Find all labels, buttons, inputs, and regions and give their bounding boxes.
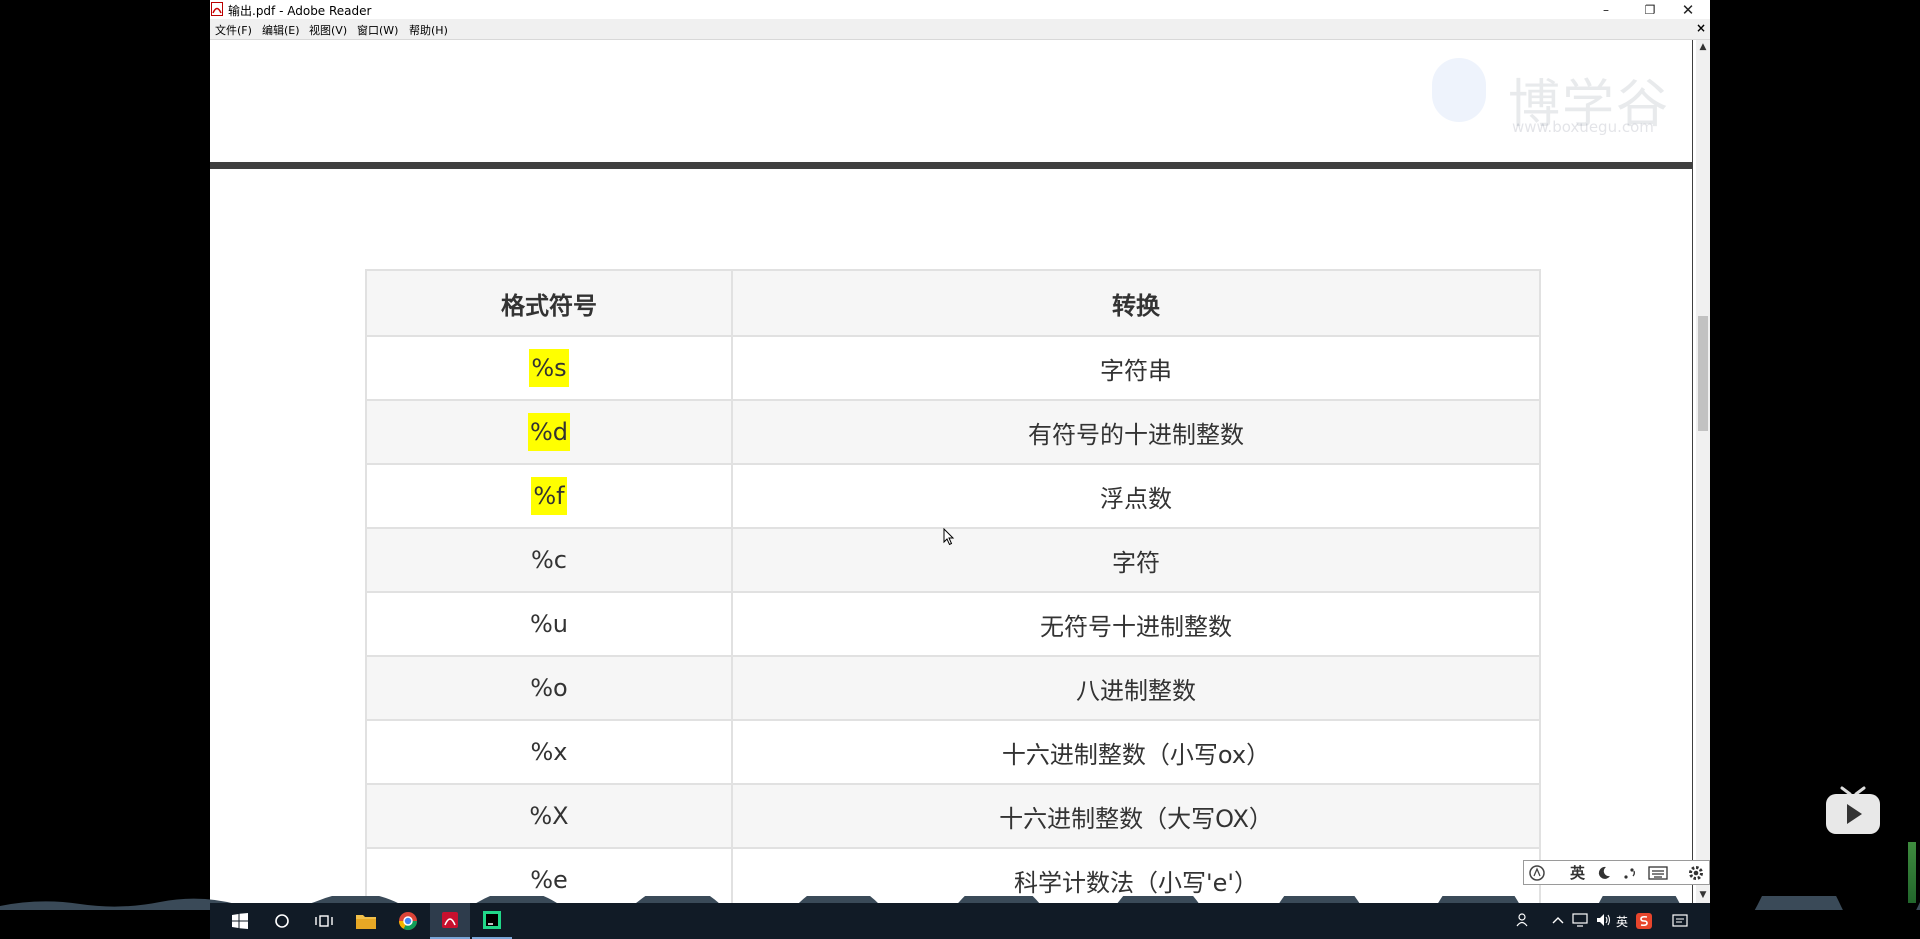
watermark-logo <box>1432 58 1486 122</box>
menu-bar: 文件(F) 编辑(E) 视图(V) 窗口(W) 帮助(H) × <box>210 19 1710 40</box>
menu-view[interactable]: 视图(V) <box>309 22 347 38</box>
chrome-icon[interactable] <box>388 903 428 939</box>
header-conversion: 转换 <box>731 269 1541 337</box>
scrollbar-thumb[interactable] <box>1698 316 1708 431</box>
page-border <box>1692 40 1693 903</box>
menu-window[interactable]: 窗口(W) <box>357 22 398 38</box>
ime-logo-icon[interactable] <box>1528 864 1546 882</box>
symbol-cell: %X <box>365 783 733 849</box>
network-icon[interactable] <box>1572 913 1588 927</box>
ime-mode-label[interactable]: 英 <box>1570 864 1585 882</box>
meaning-cell: 科学计数法（小写'e'） <box>731 847 1541 903</box>
scroll-up-arrow-icon[interactable]: ▲ <box>1696 40 1710 54</box>
watermark: 博学谷 www.boxuegu.com <box>1432 52 1672 142</box>
symbol-cell: %s <box>365 335 733 401</box>
adobe-reader-window: 输出.pdf - Adobe Reader – ❐ ✕ 文件(F) 编辑(E) … <box>210 0 1710 903</box>
search-circle-icon[interactable] <box>262 903 302 939</box>
ime-toolbar: 英 <box>1523 860 1710 885</box>
meaning-cell: 十六进制整数（小写ox） <box>731 719 1541 785</box>
adobe-reader-icon[interactable] <box>430 903 470 939</box>
restore-button[interactable]: ❐ <box>1630 0 1670 19</box>
format-symbol-table: 格式符号 转换 %s 字符串 %d 有符号的十进制整数 %f 浮点数 %c 字符… <box>365 269 1541 903</box>
symbol-cell: %c <box>365 527 733 593</box>
title-bar: 输出.pdf - Adobe Reader – ❐ ✕ <box>210 0 1710 19</box>
tray-language[interactable]: 英 <box>1616 913 1628 930</box>
sogou-icon[interactable] <box>1636 913 1652 929</box>
meaning-cell: 浮点数 <box>731 463 1541 529</box>
table-row: %s 字符串 <box>365 335 1541 401</box>
table-row: %u 无符号十进制整数 <box>365 591 1541 657</box>
meaning-cell: 十六进制整数（大写OX） <box>731 783 1541 849</box>
close-button[interactable]: ✕ <box>1668 0 1708 19</box>
watermark-url: www.boxuegu.com <box>1512 118 1654 136</box>
keyboard-icon[interactable] <box>1648 866 1668 880</box>
meaning-cell: 八进制整数 <box>731 655 1541 721</box>
adobe-reader-app-icon <box>211 2 223 16</box>
chevron-up-icon[interactable] <box>1552 916 1564 924</box>
highlighted-symbol: %f <box>531 477 567 515</box>
menu-help[interactable]: 帮助(H) <box>409 22 448 38</box>
table-row: %d 有符号的十进制整数 <box>365 399 1541 465</box>
header-format-symbol: 格式符号 <box>365 269 733 337</box>
settings-icon[interactable] <box>1687 864 1705 882</box>
file-explorer-icon[interactable] <box>346 903 386 939</box>
table-row: %e 科学计数法（小写'e'） <box>365 847 1541 903</box>
notification-icon[interactable] <box>1672 913 1688 929</box>
document-view[interactable]: 博学谷 www.boxuegu.com 格式符号 转换 %s 字符串 %d 有符… <box>210 40 1693 903</box>
volume-icon[interactable] <box>1596 913 1612 927</box>
menu-edit[interactable]: 编辑(E) <box>262 22 300 38</box>
table-row: %x 十六进制整数（小写ox） <box>365 719 1541 785</box>
symbol-cell: %u <box>365 591 733 657</box>
task-view-icon[interactable] <box>304 903 344 939</box>
symbol-cell: %x <box>365 719 733 785</box>
menu-file[interactable]: 文件(F) <box>215 22 252 38</box>
screen: 输出.pdf - Adobe Reader – ❐ ✕ 文件(F) 编辑(E) … <box>0 0 1920 939</box>
pycharm-icon[interactable] <box>472 903 512 939</box>
page-separator <box>210 162 1693 169</box>
mouse-cursor-icon <box>943 528 955 546</box>
video-play-icon[interactable] <box>1824 786 1882 836</box>
vertical-scrollbar[interactable]: ▲ ▼ <box>1696 40 1710 903</box>
meaning-cell: 字符串 <box>731 335 1541 401</box>
meaning-cell: 有符号的十进制整数 <box>731 399 1541 465</box>
symbol-cell: %f <box>365 463 733 529</box>
windows-start-icon[interactable] <box>220 903 260 939</box>
highlighted-symbol: %d <box>527 413 571 451</box>
meaning-cell: 无符号十进制整数 <box>731 591 1541 657</box>
windows-taskbar: 英 <box>210 903 1710 939</box>
table-row: %X 十六进制整数（大写OX） <box>365 783 1541 849</box>
table-row: %f 浮点数 <box>365 463 1541 529</box>
close-document-button[interactable]: × <box>1696 21 1706 35</box>
minimize-button[interactable]: – <box>1586 0 1626 19</box>
table-row: %o 八进制整数 <box>365 655 1541 721</box>
meaning-cell: 字符 <box>731 527 1541 593</box>
symbol-cell: %e <box>365 847 733 903</box>
window-title: 输出.pdf - Adobe Reader <box>228 4 372 18</box>
symbol-cell: %o <box>365 655 733 721</box>
moon-icon[interactable] <box>1596 865 1612 881</box>
people-icon[interactable] <box>1516 913 1530 927</box>
highlighted-symbol: %s <box>529 349 569 387</box>
table-header-row: 格式符号 转换 <box>365 269 1541 337</box>
punctuation-icon[interactable] <box>1622 865 1638 881</box>
symbol-cell: %d <box>365 399 733 465</box>
